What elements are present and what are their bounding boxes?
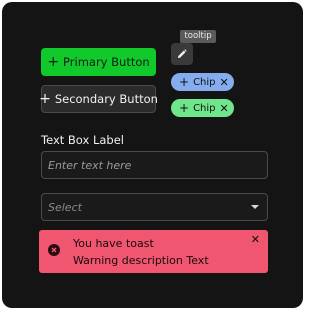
secondary-button-label: Secondary Button (54, 92, 158, 106)
text-input[interactable] (41, 151, 268, 179)
plus-icon: + (47, 54, 60, 70)
chip-blue[interactable]: + Chip ✕ (171, 73, 234, 91)
chip-plus-icon: + (179, 101, 190, 115)
toast-description: Warning description Text (73, 254, 209, 267)
close-circle-icon (48, 244, 60, 256)
error-toast: You have toast Warning description Text … (39, 230, 268, 273)
chip-close-icon[interactable]: ✕ (220, 77, 229, 88)
pencil-icon (178, 49, 187, 58)
chip-label: Chip (193, 76, 216, 88)
caret-down-icon (251, 205, 259, 209)
toast-close-icon[interactable]: ✕ (251, 234, 260, 245)
primary-button-label: Primary Button (63, 55, 150, 69)
secondary-button[interactable]: + Secondary Button (39, 85, 158, 113)
plus-icon: + (39, 91, 51, 107)
chip-close-icon[interactable]: ✕ (220, 103, 229, 114)
edit-icon-button[interactable] (171, 43, 193, 65)
select-value: Select (48, 200, 82, 214)
chip-label: Chip (193, 102, 216, 114)
toast-title: You have toast (73, 237, 154, 250)
chip-plus-icon: + (179, 75, 190, 89)
tooltip: tooltip (180, 30, 216, 43)
text-box-label: Text Box Label (41, 133, 124, 147)
primary-button[interactable]: + Primary Button (41, 48, 156, 76)
chip-green[interactable]: + Chip ✕ (171, 99, 234, 117)
select-dropdown[interactable]: Select (41, 193, 268, 221)
component-panel: + Primary Button + Secondary Button tool… (2, 2, 303, 308)
